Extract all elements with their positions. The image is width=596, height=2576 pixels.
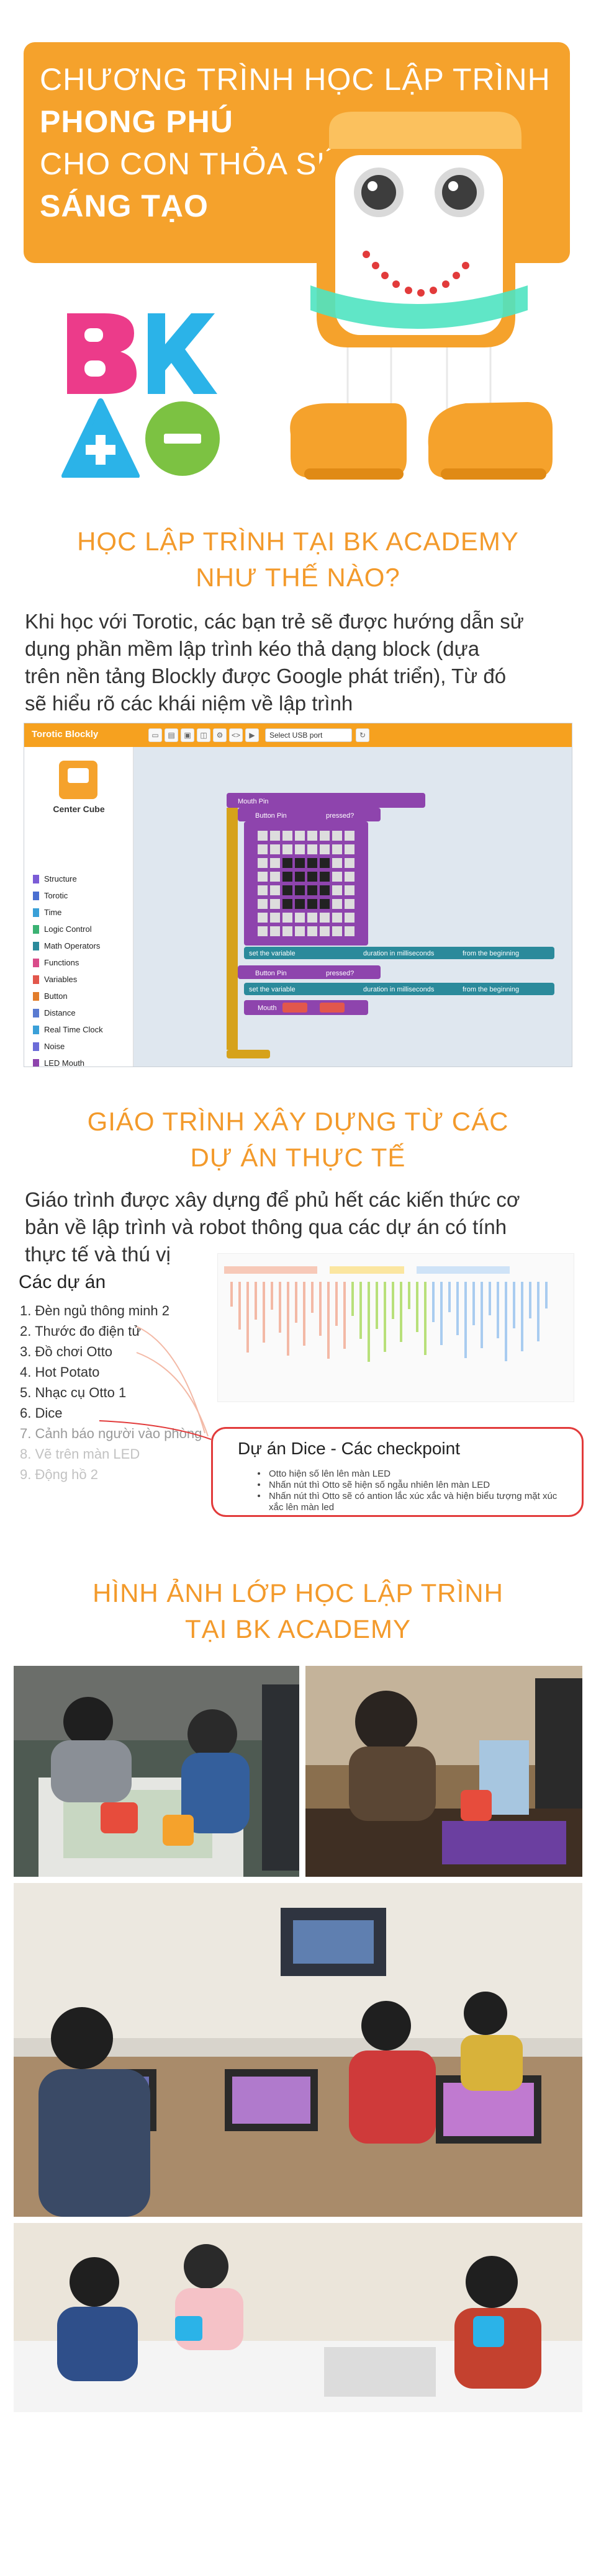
dice-checkpoint: Nhấn nút thì Otto sẽ hiện số ngẫu nhiên … [269, 1480, 490, 1490]
dice-checkpoint: Otto hiện số lên lên màn LED [269, 1469, 391, 1479]
svg-text:pressed?: pressed? [326, 970, 354, 977]
section1-paragraph-line-4: sẽ hiểu rõ các khái niệm về lập trình [25, 692, 353, 715]
blockly-editor-screenshot: Torotic Blockly ▭ ▤ ▣ ◫ ⚙ <> ▶ Select US… [24, 723, 572, 1067]
settings-icon[interactable]: ⚙ [213, 728, 227, 742]
character-avatar[interactable] [59, 761, 97, 799]
blockly-category[interactable]: Noise [33, 1039, 65, 1055]
section1-title-line-1: HỌC LẬP TRÌNH TẠI BK ACADEMY [77, 527, 519, 556]
button-pin-block-1: Button Pin [255, 812, 287, 820]
projects-title: Các dự án [19, 1272, 106, 1292]
upload-icon[interactable]: ▶ [245, 728, 259, 742]
blockly-category[interactable]: Distance [33, 1005, 76, 1021]
bk-academy-logo [61, 313, 220, 478]
dice-project-callout: Dự án Dice - Các checkpoint Otto hiện số… [211, 1427, 584, 1517]
section1-paragraph-line-3: trên nền tảng Blockly được Google phát t… [25, 664, 507, 687]
svg-text:pressed?: pressed? [326, 812, 354, 820]
hero-title-line-4: SÁNG TẠO [40, 189, 209, 223]
blockly-category[interactable]: Real Time Clock [33, 1022, 103, 1038]
open-file-icon[interactable]: ▤ [165, 728, 178, 742]
blockly-category[interactable]: Functions [33, 955, 79, 971]
section1-paragraph-line-1: Khi học với Torotic, các bạn trẻ sẽ được… [25, 610, 524, 633]
save-icon[interactable]: ▣ [181, 728, 194, 742]
mouth-block: Mouth [258, 1004, 277, 1012]
new-file-icon[interactable]: ▭ [148, 728, 162, 742]
svg-text:set the variable: set the variable [249, 950, 296, 957]
svg-text:duration in milliseconds: duration in milliseconds [363, 950, 435, 957]
blockly-category[interactable]: Structure [33, 871, 77, 887]
curriculum-dashboard-image [217, 1253, 574, 1402]
blockly-category[interactable]: Time [33, 905, 61, 921]
dice-project-title: Dự án Dice - Các checkpoint [238, 1439, 460, 1458]
svg-text:from the beginning: from the beginning [463, 986, 519, 993]
connector-lines [99, 1326, 212, 1440]
button-pin-block-2: Button Pin [255, 970, 287, 977]
blockly-app-title: Torotic Blockly [32, 729, 99, 740]
image-icon[interactable]: ◫ [197, 728, 210, 742]
section2-paragraph-line-2: bản về lập trình và robot thông qua các … [25, 1215, 507, 1238]
usb-port-select[interactable]: Select USB port [265, 728, 352, 742]
blockly-category[interactable]: Torotic [33, 888, 68, 904]
section2-title-line-1: GIÁO TRÌNH XÂY DỰNG TỪ CÁC [87, 1107, 509, 1136]
blockly-category[interactable]: Variables [33, 972, 77, 988]
svg-text:from the beginning: from the beginning [463, 950, 519, 957]
blockly-toolbar: Torotic Blockly ▭ ▤ ▣ ◫ ⚙ <> ▶ Select US… [24, 723, 572, 747]
block-program: Mouth Pin Button Pin pressed? set the va… [227, 793, 554, 1058]
classroom-photo-4 [14, 2223, 582, 2412]
section1-paragraph-line-2: dụng phần mềm lập trình kéo thả dạng blo… [25, 637, 480, 660]
blockly-category[interactable]: LED Mouth [33, 1055, 84, 1067]
refresh-icon[interactable]: ↻ [356, 728, 369, 742]
project-list-item: 6. Dice [20, 1405, 63, 1421]
section2-paragraph-line-1: Giáo trình được xây dựng để phủ hết các … [25, 1188, 520, 1211]
svg-text:set the variable: set the variable [249, 986, 296, 993]
section3-title-line-2: TẠI BK ACADEMY [184, 1614, 412, 1644]
blockly-category[interactable]: Logic Control [33, 921, 92, 937]
character-name: Center Cube [53, 804, 105, 814]
code-icon[interactable]: <> [229, 728, 243, 742]
project-list-item: 9. Động hồ 2 [20, 1467, 98, 1482]
classroom-photo-1 [14, 1666, 299, 1877]
section3-title-line-1: HÌNH ẢNH LỚP HỌC LẬP TRÌNH [93, 1578, 503, 1608]
blockly-workspace[interactable]: Mouth Pin Button Pin pressed? set the va… [133, 747, 572, 1067]
project-list-item: 1. Đèn ngủ thông minh 2 [20, 1303, 169, 1318]
section1-title-line-2: NHƯ THẾ NÀO? [196, 563, 400, 592]
classroom-photo-3 [14, 1883, 582, 2217]
project-list-item: 8. Vẽ trên màn LED [20, 1446, 140, 1462]
section2-title-line-2: DỰ ÁN THỰC TẾ [190, 1143, 406, 1172]
dice-checkpoint: Nhấn nút thì Otto sẽ có antion lắc xúc x… [269, 1491, 558, 1513]
svg-text:duration in milliseconds: duration in milliseconds [363, 986, 435, 993]
blockly-category[interactable]: Button [33, 988, 68, 1004]
hero-title-line-1: CHƯƠNG TRÌNH HỌC LẬP TRÌNH [40, 62, 551, 97]
mouth-pin-block: Mouth Pin [238, 798, 269, 805]
blockly-sidebar: Center Cube Structure Torotic Time Logic Co… [24, 747, 133, 1067]
classroom-photo-2 [305, 1666, 582, 1877]
otto-robot-illustration [290, 112, 553, 480]
hero-title-line-2: PHONG PHÚ [40, 104, 233, 139]
blockly-category[interactable]: Math Operators [33, 938, 100, 954]
